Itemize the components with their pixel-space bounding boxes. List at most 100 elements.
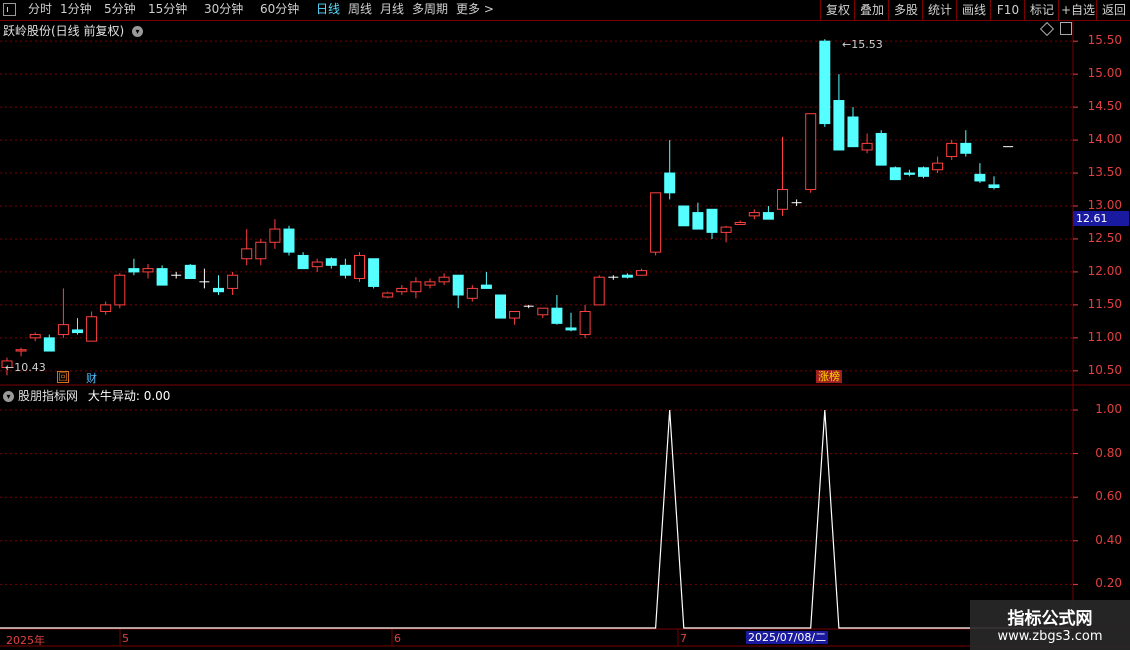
candle-up <box>269 228 281 243</box>
indicator-axis-label: 0.60 <box>1095 489 1122 504</box>
high-price-value: 15.53 <box>851 38 883 51</box>
candle-down <box>283 228 295 253</box>
candle-up <box>650 192 662 253</box>
indicator-name: 大牛异动: <box>87 389 140 403</box>
date-label-may: 5 <box>122 632 129 645</box>
signal-line <box>0 409 1073 629</box>
candle-down <box>678 205 690 227</box>
date-label-year: 2025年 <box>6 634 45 647</box>
candle-down <box>72 329 83 334</box>
candle-up <box>946 142 958 158</box>
candle-up <box>227 274 239 289</box>
candle-up <box>932 162 944 171</box>
price-axis-label: 12.50 <box>1087 230 1122 245</box>
candle-down <box>495 294 506 319</box>
candle-down <box>706 208 718 233</box>
indicator-axis-label: 1.00 <box>1095 402 1122 416</box>
low-price-value: 10.43 <box>14 361 46 374</box>
tag-hui[interactable]: 回 <box>57 371 69 383</box>
indicator-axis-label: 0.20 <box>1095 576 1122 591</box>
candle-up <box>29 334 41 339</box>
tag-cai[interactable]: 财 <box>86 370 97 386</box>
candle-up <box>424 281 436 286</box>
price-axis-label: 15.50 <box>1087 33 1122 48</box>
price-axis-label: 12.00 <box>1087 263 1122 278</box>
candle-up <box>241 248 253 260</box>
candle-up <box>720 226 732 233</box>
candle-down <box>847 116 859 148</box>
date-label-june: 6 <box>394 632 401 645</box>
low-price-label: ←10.43 <box>5 361 46 374</box>
candle-down <box>988 184 1000 189</box>
candle-down <box>974 173 986 182</box>
date-label-july: 7 <box>680 632 687 645</box>
candle-up <box>354 254 365 280</box>
candle-down <box>565 327 577 331</box>
indicator-title: ▾ 股朋指标网 大牛异动: 0.00 <box>3 387 170 404</box>
candle-down <box>128 268 140 273</box>
candle-up <box>466 287 478 299</box>
candle-down <box>762 212 774 220</box>
candle-down <box>339 264 351 276</box>
candle-down <box>889 167 901 181</box>
candle-up <box>100 304 112 312</box>
candle-down <box>692 212 704 230</box>
candle-down <box>960 142 972 154</box>
watermark-title: 指标公式网 <box>1007 609 1093 629</box>
candle-up <box>86 316 98 342</box>
candle-down <box>819 40 831 125</box>
cursor-date: 2025/07/08/二 <box>746 631 829 644</box>
price-axis-label: 15.00 <box>1087 66 1122 81</box>
candle-up <box>579 310 591 336</box>
candle-up <box>593 276 605 306</box>
price-axis-label: 14.50 <box>1087 99 1122 114</box>
indicator-axis-label: 0.80 <box>1095 445 1122 460</box>
watermark: 指标公式网 www.zbgs3.com <box>970 600 1130 650</box>
price-axis-label: 13.50 <box>1087 165 1122 180</box>
dropdown-icon[interactable]: ▾ <box>3 391 14 402</box>
candle-up <box>142 268 154 273</box>
candle-down <box>480 284 492 289</box>
candle-down <box>875 132 887 166</box>
candle-up <box>777 189 788 210</box>
price-axis-label: 11.50 <box>1087 296 1122 311</box>
candle-down <box>918 167 929 177</box>
candle-down <box>156 268 168 286</box>
indicator-axis-label: 0.40 <box>1095 532 1122 547</box>
tag-zhangbang[interactable]: 涨榜 <box>816 370 842 383</box>
candle-down <box>297 254 309 270</box>
candle-down <box>43 337 55 352</box>
candle-down <box>184 264 196 280</box>
candle-up <box>438 276 450 283</box>
candle-up <box>636 270 647 276</box>
candle-up <box>537 307 549 316</box>
candle-up <box>382 292 394 298</box>
indicator-value: 0.00 <box>143 389 171 403</box>
indicator-source: 股朋指标网 <box>18 389 79 403</box>
price-axis-label: 14.00 <box>1087 132 1122 147</box>
candle-up <box>311 261 323 268</box>
candle-up <box>57 324 69 336</box>
candle-up <box>255 241 267 260</box>
candle-up <box>748 212 760 217</box>
candle-down <box>833 100 845 151</box>
candle-up <box>396 287 408 293</box>
candle-up <box>861 142 873 151</box>
candle-up <box>410 281 422 293</box>
candle-down <box>368 258 380 287</box>
candle-down <box>213 287 224 293</box>
candlestick-chart[interactable] <box>0 0 1130 650</box>
candle-down <box>551 307 563 324</box>
high-price-label: ←15.53 <box>842 38 883 51</box>
current-price-tag: 12.61 <box>1073 211 1129 226</box>
candle-up <box>805 113 817 191</box>
candle-up <box>114 274 126 306</box>
watermark-url: www.zbgs3.com <box>997 629 1103 644</box>
candle-down <box>325 258 337 266</box>
candle-down <box>664 172 676 194</box>
candle-down <box>452 274 464 296</box>
candle-down <box>621 274 633 278</box>
price-axis-label: 10.50 <box>1087 362 1122 377</box>
price-axis-label: 13.00 <box>1087 198 1122 212</box>
candle-up <box>734 221 746 225</box>
